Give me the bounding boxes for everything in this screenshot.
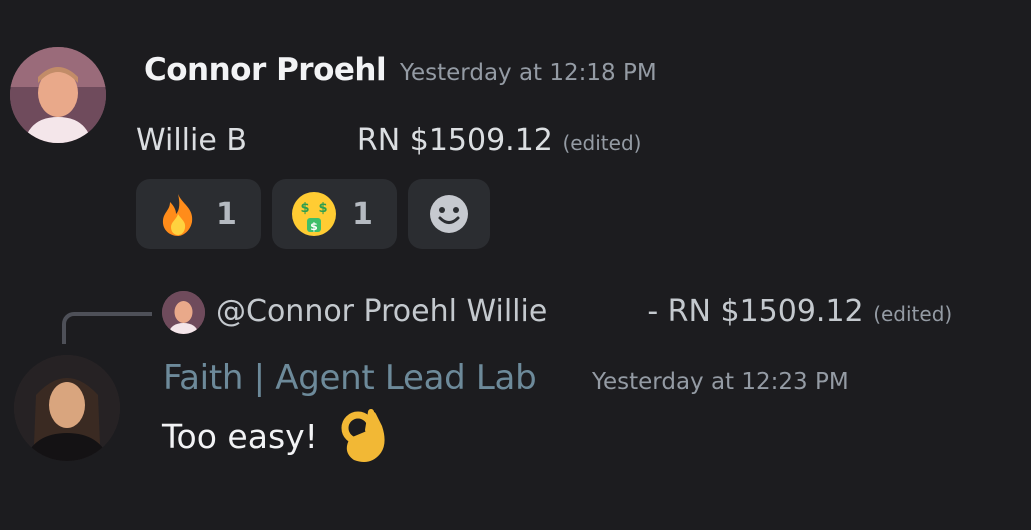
reaction-count: 1 <box>352 196 373 232</box>
message-timestamp: Yesterday at 12:18 PM <box>400 60 657 86</box>
ok-hand-emoji-icon <box>341 409 385 462</box>
reply-snippet-end: - RN $1509.12 <box>647 294 864 329</box>
message-text-end: RN $1509.12 <box>356 123 553 158</box>
message-text: Willie B RN $1509.12 (edited) <box>136 123 641 158</box>
reply-preview[interactable]: @Connor Proehl Willie - RN $1509.12 (edit… <box>216 294 952 329</box>
message-text-start: Willie B <box>136 123 247 158</box>
reaction-count: 1 <box>216 196 237 232</box>
reply-avatar[interactable] <box>162 291 205 334</box>
edited-label: (edited) <box>873 302 953 326</box>
add-reaction-smiley-icon <box>430 195 468 233</box>
message-text: Too easy! <box>162 417 318 456</box>
svg-text:$: $ <box>318 201 327 216</box>
author-name[interactable]: Faith | Agent Lead Lab <box>163 358 537 398</box>
svg-text:$: $ <box>310 220 318 233</box>
svg-text:$: $ <box>300 201 309 216</box>
money-mouth-face-icon: $ $ $ <box>292 192 336 236</box>
author-name[interactable]: Connor Proehl <box>144 52 387 88</box>
reaction-fire[interactable]: 1 <box>136 179 261 249</box>
reply-snippet-start: Willie <box>466 294 548 329</box>
fire-emoji-icon <box>162 194 193 236</box>
reaction-money-mouth[interactable]: $ $ $ 1 <box>272 179 397 249</box>
add-reaction-button[interactable] <box>408 179 490 249</box>
message-timestamp: Yesterday at 12:23 PM <box>592 369 849 395</box>
edited-label: (edited) <box>562 131 642 155</box>
avatar-connor-proehl[interactable] <box>10 47 106 143</box>
reply-connector-line <box>62 312 152 344</box>
avatar-faith[interactable] <box>14 355 120 461</box>
reply-mention[interactable]: @Connor Proehl <box>216 294 457 329</box>
